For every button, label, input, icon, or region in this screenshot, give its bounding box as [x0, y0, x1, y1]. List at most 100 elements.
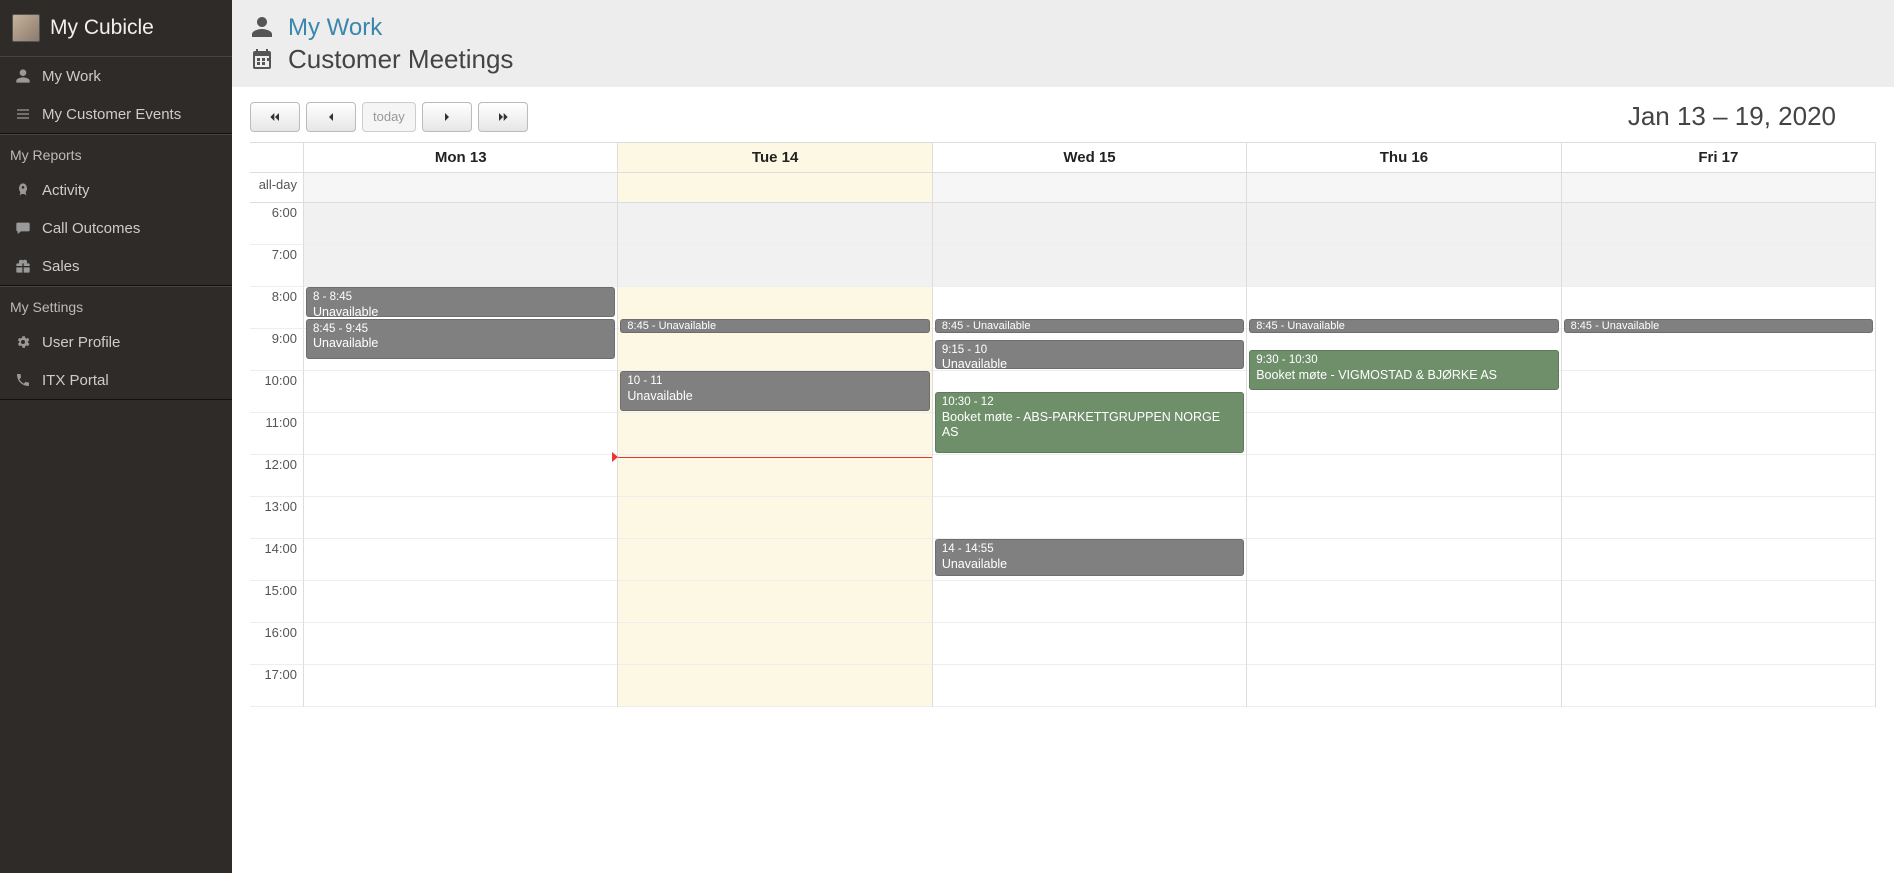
- breadcrumb-my-work[interactable]: My Work: [288, 14, 382, 42]
- hour-cell[interactable]: [304, 371, 617, 413]
- hour-cell[interactable]: [618, 455, 931, 497]
- hour-cell[interactable]: [1247, 539, 1560, 581]
- day-column[interactable]: 8:45 - Unavailable 10 - 11Unavailable: [618, 203, 932, 707]
- hour-cell[interactable]: [618, 497, 931, 539]
- hour-cell[interactable]: [1247, 623, 1560, 665]
- list-icon: [14, 105, 32, 123]
- calendar-event[interactable]: 9:30 - 10:30Booket møte - VIGMOSTAD & BJ…: [1249, 350, 1558, 390]
- hour-cell[interactable]: [1247, 245, 1560, 287]
- calendar-event[interactable]: 10:30 - 12Booket møte - ABS-PARKETTGRUPP…: [935, 392, 1244, 453]
- calendar-event[interactable]: 8:45 - 9:45Unavailable: [306, 319, 615, 359]
- hour-cell[interactable]: [933, 623, 1246, 665]
- hour-cell[interactable]: [304, 539, 617, 581]
- hour-cell[interactable]: [933, 455, 1246, 497]
- prev-button[interactable]: [306, 102, 356, 132]
- hour-cell[interactable]: [1247, 413, 1560, 455]
- hour-cell[interactable]: [933, 245, 1246, 287]
- hour-cell[interactable]: [1562, 497, 1875, 539]
- hour-cell[interactable]: [618, 203, 931, 245]
- hour-cell[interactable]: [618, 623, 931, 665]
- sidebar-item-customer-events[interactable]: My Customer Events: [0, 95, 232, 133]
- hour-cell[interactable]: [618, 413, 931, 455]
- hour-cell[interactable]: [1562, 203, 1875, 245]
- sidebar-item-call-outcomes[interactable]: Call Outcomes: [0, 209, 232, 247]
- hour-cell[interactable]: [304, 245, 617, 287]
- hour-cell[interactable]: [933, 203, 1246, 245]
- hour-cell[interactable]: [1247, 497, 1560, 539]
- calendar-event[interactable]: 9:15 - 10Unavailable: [935, 340, 1244, 370]
- time-label: 12:00: [250, 455, 304, 497]
- hour-cell[interactable]: [1247, 203, 1560, 245]
- sidebar-item-label: Sales: [42, 258, 80, 275]
- page-title: Customer Meetings: [288, 44, 513, 75]
- next-button[interactable]: [422, 102, 472, 132]
- hour-cell[interactable]: [1562, 665, 1875, 707]
- hour-cell[interactable]: [304, 455, 617, 497]
- time-label: 16:00: [250, 623, 304, 665]
- allday-cell[interactable]: [933, 173, 1247, 202]
- next-fast-button[interactable]: [478, 102, 528, 132]
- day-header[interactable]: Fri 17: [1562, 143, 1876, 172]
- hour-cell[interactable]: [618, 539, 931, 581]
- allday-cell[interactable]: [304, 173, 618, 202]
- hour-cell[interactable]: [304, 581, 617, 623]
- calendar-event[interactable]: 8 - 8:45Unavailable: [306, 287, 615, 317]
- allday-cell[interactable]: [618, 173, 932, 202]
- allday-cell[interactable]: [1562, 173, 1876, 202]
- hour-cell[interactable]: [304, 665, 617, 707]
- hour-cell[interactable]: [1562, 455, 1875, 497]
- calendar-event[interactable]: 8:45 - Unavailable: [620, 319, 929, 333]
- hour-cell[interactable]: [618, 581, 931, 623]
- day-column[interactable]: 8:45 - Unavailable 9:15 - 10Unavailable 10…: [933, 203, 1247, 707]
- day-header[interactable]: Mon 13: [304, 143, 618, 172]
- hour-cell[interactable]: [1247, 455, 1560, 497]
- hour-cell[interactable]: [618, 329, 931, 371]
- sidebar-item-itx-portal[interactable]: ITX Portal: [0, 361, 232, 399]
- hour-cell[interactable]: [1247, 581, 1560, 623]
- hour-cell[interactable]: [1562, 581, 1875, 623]
- hour-cell[interactable]: [1562, 329, 1875, 371]
- hour-cell[interactable]: [1562, 371, 1875, 413]
- hour-cell[interactable]: [1562, 623, 1875, 665]
- main: My Work Customer Meetings today Jan 13 –…: [232, 0, 1894, 873]
- sidebar-item-activity[interactable]: Activity: [0, 171, 232, 209]
- calendar-event[interactable]: 8:45 - Unavailable: [1564, 319, 1873, 333]
- day-header[interactable]: Thu 16: [1247, 143, 1561, 172]
- calendar-event[interactable]: 14 - 14:55Unavailable: [935, 539, 1244, 576]
- hour-cell[interactable]: [933, 581, 1246, 623]
- day-column[interactable]: 8:45 - Unavailable 9:30 - 10:30Booket møt…: [1247, 203, 1561, 707]
- page-header: My Work Customer Meetings: [232, 0, 1894, 87]
- day-header[interactable]: Wed 15: [933, 143, 1247, 172]
- hour-cell[interactable]: [1562, 413, 1875, 455]
- hour-cell[interactable]: [933, 497, 1246, 539]
- hour-cell[interactable]: [1562, 245, 1875, 287]
- calendar-toolbar: today Jan 13 – 19, 2020: [250, 101, 1876, 132]
- sidebar-item-sales[interactable]: Sales: [0, 247, 232, 285]
- calendar-event[interactable]: 10 - 11Unavailable: [620, 371, 929, 411]
- sidebar-item-label: ITX Portal: [42, 372, 109, 389]
- prev-fast-button[interactable]: [250, 102, 300, 132]
- calendar-event[interactable]: 8:45 - Unavailable: [935, 319, 1244, 333]
- day-column[interactable]: 8 - 8:45Unavailable8:45 - 9:45Unavailabl…: [304, 203, 618, 707]
- hour-cell[interactable]: [1562, 539, 1875, 581]
- day-header-row: Mon 13Tue 14Wed 15Thu 16Fri 17: [250, 143, 1876, 173]
- time-label: 15:00: [250, 581, 304, 623]
- sidebar-item-my-work[interactable]: My Work: [0, 57, 232, 95]
- hour-cell[interactable]: [304, 203, 617, 245]
- hour-cell[interactable]: [618, 245, 931, 287]
- hour-cell[interactable]: [1247, 665, 1560, 707]
- hour-cell[interactable]: [304, 497, 617, 539]
- day-column[interactable]: 8:45 - Unavailable: [1562, 203, 1876, 707]
- allday-cell[interactable]: [1247, 173, 1561, 202]
- day-header[interactable]: Tue 14: [618, 143, 932, 172]
- calendar-event[interactable]: 8:45 - Unavailable: [1249, 319, 1558, 333]
- hour-cell[interactable]: [304, 413, 617, 455]
- hour-cell[interactable]: [304, 623, 617, 665]
- sidebar-item-user-profile[interactable]: User Profile: [0, 323, 232, 361]
- today-button[interactable]: today: [362, 102, 416, 132]
- time-labels: 6:007:008:009:0010:0011:0012:0013:0014:0…: [250, 203, 304, 707]
- hour-cell[interactable]: [933, 665, 1246, 707]
- hour-cell[interactable]: [618, 665, 931, 707]
- content: today Jan 13 – 19, 2020 Mon 13Tue 14Wed …: [232, 87, 1894, 873]
- sidebar-item-label: My Customer Events: [42, 106, 181, 123]
